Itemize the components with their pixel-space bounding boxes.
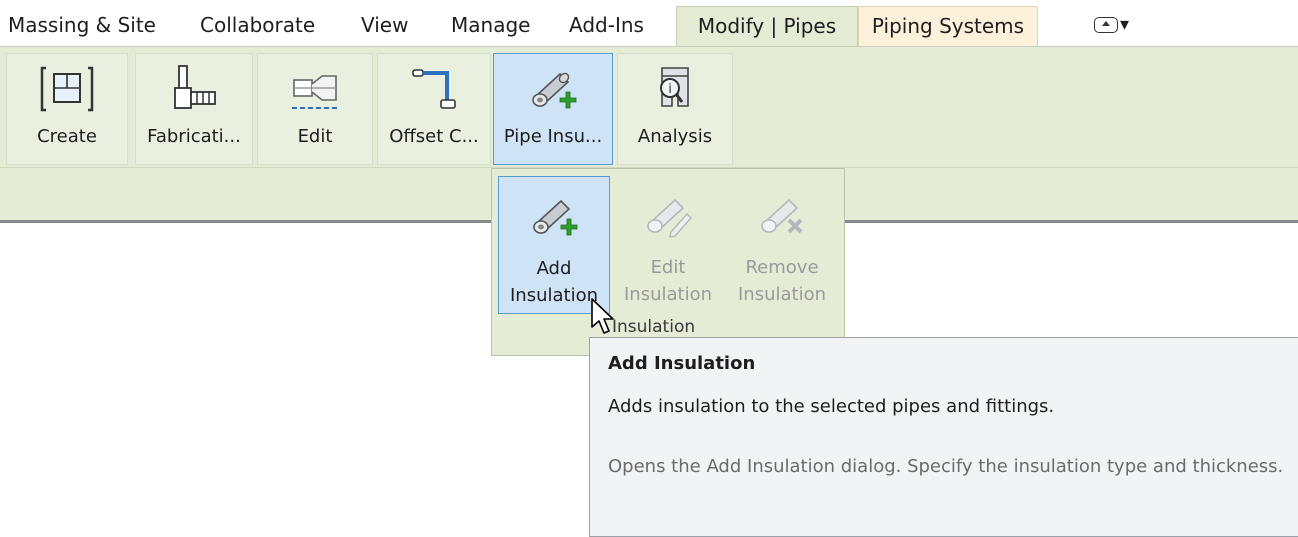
fabrication-part-button[interactable]: Fabricati...	[135, 53, 253, 165]
add-insulation-tooltip: Add Insulation Adds insulation to the se…	[589, 337, 1298, 537]
edit-insulation-label: Edit Insulation	[623, 257, 712, 305]
create-button-label: Create	[37, 126, 97, 147]
tab-add-ins[interactable]: Add-Ins	[569, 6, 644, 46]
tooltip-detail: Opens the Add Insulation dialog. Specify…	[608, 456, 1284, 477]
insulation-panel-label: Insulation	[612, 317, 696, 337]
analysis-label: Analysis	[637, 126, 713, 147]
offset-connections-label: Offset C...	[389, 126, 479, 147]
add-insulation-icon	[533, 199, 578, 236]
tab-piping-systems[interactable]: Piping Systems	[858, 6, 1038, 46]
tab-view[interactable]: View	[361, 6, 408, 46]
pipe-insulation-icon	[532, 72, 577, 109]
analysis-button[interactable]: i Analysis	[617, 53, 733, 165]
mouse-pointer-icon	[591, 298, 614, 334]
create-box-icon	[40, 66, 94, 112]
pipe-insulation-label: Pipe Insu...	[503, 126, 603, 147]
offset-connections-button[interactable]: Offset C...	[377, 53, 491, 165]
tab-modify-pipes[interactable]: Modify | Pipes	[676, 6, 858, 46]
tab-massing-site[interactable]: Massing & Site	[8, 6, 156, 46]
ribbon-tab-bar: Massing & Site Collaborate View Manage A…	[0, 0, 1298, 47]
edit-button-label: Edit	[297, 126, 333, 147]
pipe-insulation-button[interactable]: Pipe Insu...	[493, 53, 613, 165]
tooltip-title: Add Insulation	[608, 353, 756, 374]
chevron-down-icon: ▾	[1120, 14, 1130, 35]
pipe-insulation-dropdown: Add Insulation Edit Insulation Remove In…	[491, 168, 845, 356]
fabrication-button-label: Fabricati...	[147, 126, 241, 147]
tooltip-description: Adds insulation to the selected pipes an…	[608, 396, 1055, 417]
svg-text:i: i	[668, 82, 672, 97]
tab-collaborate[interactable]: Collaborate	[200, 6, 315, 46]
edit-button[interactable]: Edit	[257, 53, 373, 165]
analysis-icon: i	[660, 67, 689, 107]
ribbon-minimize-control[interactable]: ▾	[1094, 6, 1129, 46]
remove-insulation-button[interactable]: Remove Insulation	[726, 176, 838, 314]
edit-insulation-icon	[647, 198, 692, 238]
remove-insulation-label: Remove Insulation	[737, 257, 826, 305]
tab-manage[interactable]: Manage	[451, 6, 530, 46]
offset-connections-icon	[412, 69, 456, 109]
fabrication-part-icon	[174, 65, 216, 109]
create-button[interactable]: Create	[6, 53, 128, 165]
add-insulation-button[interactable]: Add Insulation	[498, 176, 610, 314]
minimize-ribbon-icon	[1094, 17, 1118, 33]
edit-insulation-button[interactable]: Edit Insulation	[612, 176, 724, 314]
edit-pipe-icon	[292, 75, 338, 109]
remove-insulation-icon	[761, 198, 803, 234]
